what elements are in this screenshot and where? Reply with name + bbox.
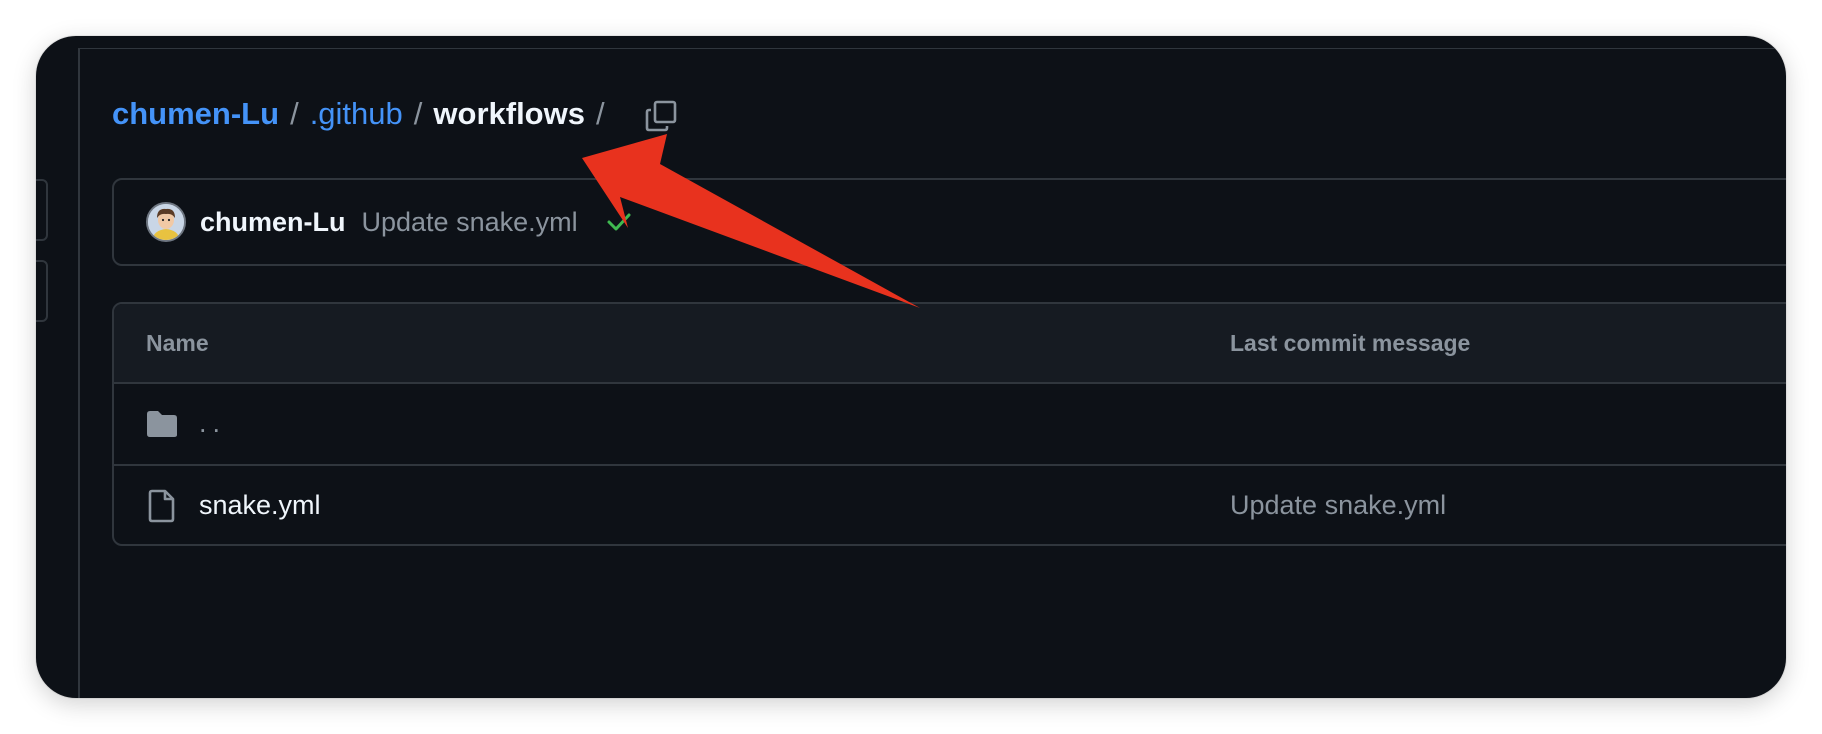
column-header-last-commit: Last commit message (1230, 330, 1471, 356)
commit-author-link[interactable]: chumen-Lu (200, 207, 346, 238)
breadcrumb-separator: / (413, 96, 423, 131)
sidebar-collapsed-tab[interactable] (36, 179, 48, 241)
sidebar-collapsed-tab[interactable] (36, 260, 48, 322)
table-row-file[interactable]: snake.yml Update snake.yml (114, 464, 1786, 544)
column-header-name: Name (146, 330, 209, 356)
copy-icon (645, 100, 677, 132)
table-header: Name Last commit message (114, 304, 1786, 384)
file-icon (144, 488, 180, 524)
table-row-parent-directory[interactable]: .. (114, 384, 1786, 464)
breadcrumb-separator: / (290, 96, 299, 131)
breadcrumb-folder-link[interactable]: .github (310, 96, 403, 132)
top-border (78, 48, 1786, 49)
breadcrumb: chumen-Lu / .github / workflows / (112, 96, 616, 132)
repo-window: chumen-Lu / .github / workflows / chumen… (36, 36, 1786, 698)
breadcrumb-owner-link[interactable]: chumen-Lu (112, 96, 279, 132)
row-commit-message-link[interactable]: Update snake.yml (1230, 466, 1446, 544)
latest-commit-bar: chumen-Lu Update snake.yml (112, 178, 1786, 266)
sidebar-divider[interactable] (78, 48, 80, 698)
commit-message-link[interactable]: Update snake.yml (362, 207, 578, 238)
file-table: Name Last commit message .. snake.yml Up… (112, 302, 1786, 546)
check-icon[interactable] (606, 211, 632, 233)
parent-directory-link[interactable]: .. (199, 384, 226, 462)
avatar[interactable] (146, 202, 186, 242)
avatar-image (148, 204, 184, 240)
breadcrumb-separator: / (595, 96, 605, 131)
folder-icon (144, 406, 180, 442)
breadcrumb-current-folder: workflows (433, 96, 585, 131)
file-name-link[interactable]: snake.yml (199, 466, 321, 544)
copy-path-button[interactable] (641, 96, 681, 136)
